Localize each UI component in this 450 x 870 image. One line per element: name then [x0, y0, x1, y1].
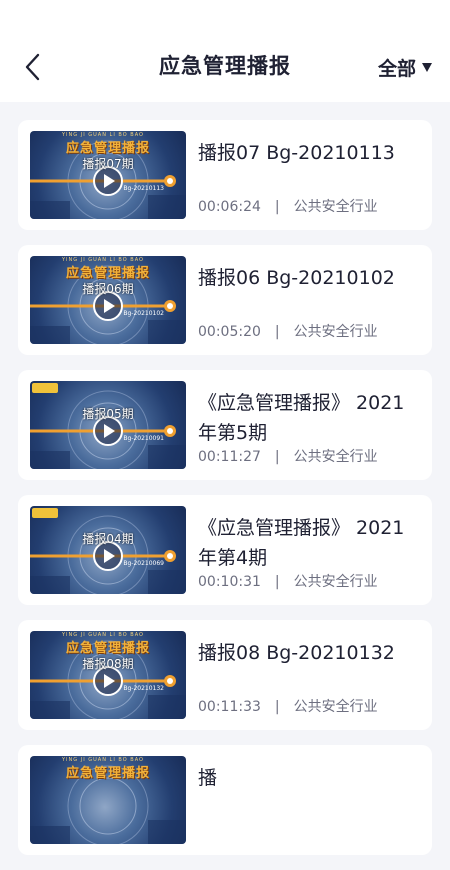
thumbnail-episode-label: 播报04期: [82, 532, 134, 546]
video-thumbnail[interactable]: 播报05期 Bg-20210091: [30, 381, 186, 469]
video-meta: 00:05:20 | 公共安全行业: [198, 321, 378, 341]
category-filter-dropdown[interactable]: 全部: [378, 54, 432, 81]
filter-label: 全部: [377, 58, 416, 80]
thumbnail-banner: 应急管理播报: [65, 641, 150, 656]
video-title[interactable]: 播报07 Bg-20210113: [198, 138, 420, 168]
thumbnail-code: Bg-20210132: [123, 685, 164, 692]
video-thumbnail[interactable]: YING JI GUAN LI BO BAO 应急管理播报 播报06期 Bg-2…: [30, 256, 186, 344]
video-duration: 00:06:24: [198, 199, 261, 215]
video-category: 公共安全行业: [293, 324, 378, 340]
thumbnail-episode-label: 播报08期: [82, 657, 134, 671]
thumbnail-episode-label: 播报06期: [82, 282, 134, 296]
video-category: 公共安全行业: [293, 199, 378, 215]
video-thumbnail[interactable]: YING JI GUAN LI BO BAO 应急管理播报 播报07期 Bg-2…: [30, 131, 186, 219]
caret-down-icon: [422, 63, 432, 72]
video-list-item[interactable]: 播报05期 Bg-20210091 《应急管理播报》 2021年第5期 00:1…: [18, 370, 432, 480]
video-meta: 00:10:31 | 公共安全行业: [198, 571, 378, 591]
video-list-item[interactable]: YING JI GUAN LI BO BAO 应急管理播报 播报07期 Bg-2…: [18, 120, 432, 230]
video-meta: 00:11:33 | 公共安全行业: [198, 696, 378, 716]
meta-separator: |: [274, 199, 280, 215]
video-title[interactable]: 《应急管理播报》 2021年第5期: [198, 388, 420, 448]
channel-logo-icon: [32, 383, 58, 393]
video-title[interactable]: 播报08 Bg-20210132: [198, 638, 420, 668]
video-duration: 00:11:27: [198, 449, 261, 465]
video-list-item[interactable]: YING JI GUAN LI BO BAO 应急管理播报 播报08期 Bg-2…: [18, 620, 432, 730]
thumbnail-banner: 应急管理播报: [65, 141, 150, 156]
thumbnail-episode-label: 播报05期: [82, 407, 134, 421]
meta-separator: |: [274, 574, 280, 590]
thumbnail-code: Bg-20210113: [123, 185, 164, 192]
video-title[interactable]: 《应急管理播报》 2021年第4期: [198, 513, 420, 573]
video-list-item[interactable]: 播报04期 Bg-20210069 《应急管理播报》 2021年第4期 00:1…: [18, 495, 432, 605]
video-category: 公共安全行业: [293, 449, 378, 465]
video-thumbnail[interactable]: YING JI GUAN LI BO BAO 应急管理播报: [30, 756, 186, 844]
thumbnail-code: Bg-20210091: [123, 435, 164, 442]
video-category: 公共安全行业: [293, 699, 378, 715]
video-meta: [198, 821, 226, 837]
video-duration: 00:10:31: [198, 574, 261, 590]
meta-separator: |: [274, 324, 280, 340]
top-bar: 应急管理播报 全部: [0, 0, 450, 102]
thumbnail-episode-label: 播报07期: [82, 157, 134, 171]
video-duration: 00:11:33: [198, 699, 261, 715]
channel-logo-icon: [32, 508, 58, 518]
video-list-item[interactable]: YING JI GUAN LI BO BAO 应急管理播报 播: [18, 745, 432, 855]
meta-separator: |: [274, 699, 280, 715]
thumbnail-banner: 应急管理播报: [65, 766, 150, 781]
video-thumbnail[interactable]: 播报04期 Bg-20210069: [30, 506, 186, 594]
video-title[interactable]: 播报06 Bg-20210102: [198, 263, 420, 293]
video-meta: 00:11:27 | 公共安全行业: [198, 446, 378, 466]
thumbnail-banner: 应急管理播报: [65, 266, 150, 281]
video-thumbnail[interactable]: YING JI GUAN LI BO BAO 应急管理播报 播报08期 Bg-2…: [30, 631, 186, 719]
video-list-item[interactable]: YING JI GUAN LI BO BAO 应急管理播报 播报06期 Bg-2…: [18, 245, 432, 355]
thumbnail-code: Bg-20210102: [123, 310, 164, 317]
thumbnail-art: [30, 390, 186, 469]
video-meta: 00:06:24 | 公共安全行业: [198, 196, 378, 216]
video-category: 公共安全行业: [293, 574, 378, 590]
thumbnail-art: [30, 515, 186, 594]
thumbnail-code: Bg-20210069: [123, 560, 164, 567]
video-list: YING JI GUAN LI BO BAO 应急管理播报 播报07期 Bg-2…: [18, 120, 432, 870]
video-duration: 00:05:20: [198, 324, 261, 340]
meta-separator: |: [274, 449, 280, 465]
